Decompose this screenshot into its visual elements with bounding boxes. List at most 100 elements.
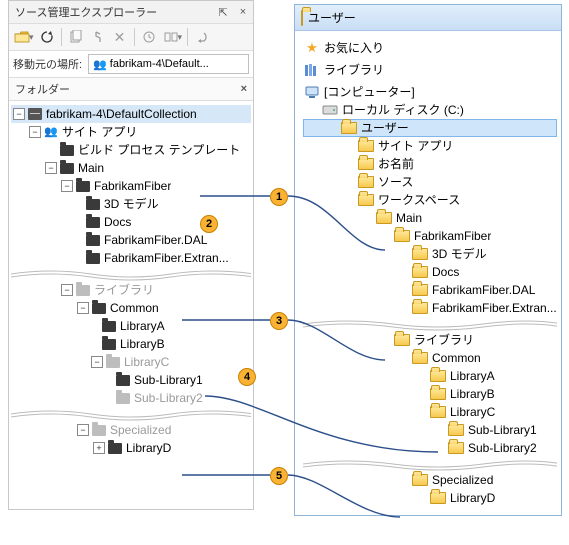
branch-button[interactable] [87, 26, 109, 48]
folder-icon [85, 251, 101, 265]
tree-label: Common [110, 299, 159, 317]
copy-button[interactable] [65, 26, 87, 48]
nav-computer[interactable]: [コンピューター] [303, 83, 557, 101]
dropdown-chevron-icon[interactable]: ▾ [29, 32, 34, 43]
folder-icon [429, 490, 447, 506]
nav-users-selected[interactable]: ユーザー [303, 119, 557, 137]
refresh-button[interactable] [36, 26, 58, 48]
nav-favorites[interactable]: ★ お気に入り [303, 39, 557, 57]
tab-title: ソース管理エクスプローラー [9, 4, 213, 20]
nav-site-app[interactable]: サイト アプリ [303, 137, 557, 155]
tree-item-3d-model[interactable]: 3D モデル [11, 195, 251, 213]
undo-button[interactable] [191, 26, 213, 48]
folder-icon [393, 228, 411, 244]
folder-panel-header: フォルダー × [9, 77, 253, 101]
folder-icon [91, 423, 107, 437]
tree-item-extranet[interactable]: FabrikamFiber.Extran... [11, 249, 251, 267]
nav-docs[interactable]: Docs [303, 263, 557, 281]
tree-root[interactable]: − fabrikam-4\DefaultCollection [11, 105, 251, 123]
folder-icon [357, 174, 375, 190]
folder-icon [340, 120, 358, 136]
tree-item-main[interactable]: − Main [11, 159, 251, 177]
window-titlebar: ユーザー [295, 5, 561, 31]
nav-source[interactable]: ソース [303, 173, 557, 191]
close-icon[interactable]: × [233, 6, 253, 18]
folder-icon [357, 156, 375, 172]
folder-icon [429, 386, 447, 402]
collapse-icon[interactable]: − [13, 108, 25, 120]
folder-panel-close-icon[interactable]: × [241, 83, 247, 95]
tree-label: FabrikamFiber.Extran... [104, 249, 229, 267]
nav-3d-model[interactable]: 3D モデル [303, 245, 557, 263]
nav-main[interactable]: Main [303, 209, 557, 227]
collapse-icon[interactable]: − [91, 356, 103, 368]
nav-oname[interactable]: お名前 [303, 155, 557, 173]
collapse-icon[interactable]: − [61, 180, 73, 192]
label: ワークスペース [378, 191, 460, 209]
team-project-icon: 👥 [43, 125, 59, 139]
nav-dal[interactable]: FabrikamFiber.DAL [303, 281, 557, 299]
folder-icon [75, 283, 91, 297]
collapse-icon[interactable]: − [29, 126, 41, 138]
tree-item-dal[interactable]: FabrikamFiber.DAL [11, 231, 251, 249]
tree-label: FabrikamFiber [94, 177, 171, 195]
callout-2: 2 [200, 215, 218, 233]
callout-3: 3 [270, 312, 288, 330]
folder-icon [107, 441, 123, 455]
nav-fabrikamfiber[interactable]: FabrikamFiber [303, 227, 557, 245]
tree-item-library-root[interactable]: − ライブラリ [11, 281, 251, 299]
tree-item-libraryd[interactable]: + LibraryD [11, 439, 251, 457]
tree-item-specialized[interactable]: − Specialized [11, 421, 251, 439]
folder-icon [375, 210, 393, 226]
folder-icon [115, 373, 131, 387]
tree-item-build-templates[interactable]: ビルド プロセス テンプレート [11, 141, 251, 159]
folder-icon [59, 143, 75, 157]
nav-common[interactable]: Common [303, 349, 557, 367]
folder-icon [357, 192, 375, 208]
tree-item-libraryb[interactable]: LibraryB [11, 335, 251, 353]
nav-extranet[interactable]: FabrikamFiber.Extran... [303, 299, 557, 317]
nav-libraryb[interactable]: LibraryB [303, 385, 557, 403]
nav-local-disk[interactable]: ローカル ディスク (C:) [303, 101, 557, 119]
nav-librarya[interactable]: LibraryA [303, 367, 557, 385]
collapse-icon[interactable]: − [61, 284, 73, 296]
label: 3D モデル [432, 245, 487, 263]
tree-item-sublib2[interactable]: Sub-Library2 [11, 389, 251, 407]
collapse-icon[interactable]: − [77, 302, 89, 314]
label: ライブラリ [414, 331, 474, 349]
delete-button[interactable]: ✕ [109, 26, 131, 48]
tree-item-librarya[interactable]: LibraryA [11, 317, 251, 335]
tree-item-libraryc[interactable]: − LibraryC [11, 353, 251, 371]
folder-icon [411, 264, 429, 280]
nav-libraryd[interactable]: LibraryD [303, 489, 557, 507]
nav-sublib2[interactable]: Sub-Library2 [303, 439, 557, 457]
location-combobox[interactable]: 👥 fabrikam-4\Default... [88, 54, 249, 74]
expand-icon[interactable]: + [93, 442, 105, 454]
nav-libraries[interactable]: ライブラリ [303, 61, 557, 79]
nav-library-root[interactable]: ライブラリ [303, 331, 557, 349]
tree-item-fabrikamfiber[interactable]: − FabrikamFiber [11, 177, 251, 195]
tree-item-site-app[interactable]: − 👥 サイト アプリ [11, 123, 251, 141]
folder-icon [105, 355, 121, 369]
nav-workspace[interactable]: ワークスペース [303, 191, 557, 209]
folder-icon [301, 11, 303, 25]
tree-item-common[interactable]: − Common [11, 299, 251, 317]
workspace-icon: 👥 [93, 58, 107, 71]
label: FabrikamFiber.Extran... [432, 299, 557, 317]
tree-item-sublib1[interactable]: Sub-Library1 [11, 371, 251, 389]
folder-icon [429, 368, 447, 384]
tree-label: ライブラリ [94, 281, 154, 299]
tree-label: サイト アプリ [62, 123, 137, 141]
separator [303, 457, 557, 471]
collapse-icon[interactable]: − [45, 162, 57, 174]
server-icon [27, 107, 43, 121]
folder-icon [393, 332, 411, 348]
tree-label: Sub-Library1 [134, 371, 203, 389]
nav-sublib1[interactable]: Sub-Library1 [303, 421, 557, 439]
compare-button[interactable] [160, 26, 182, 48]
history-button[interactable] [138, 26, 160, 48]
pin-icon[interactable]: ⇱ [213, 6, 233, 19]
nav-libraryc[interactable]: LibraryC [303, 403, 557, 421]
nav-specialized[interactable]: Specialized [303, 471, 557, 489]
collapse-icon[interactable]: − [77, 424, 89, 436]
